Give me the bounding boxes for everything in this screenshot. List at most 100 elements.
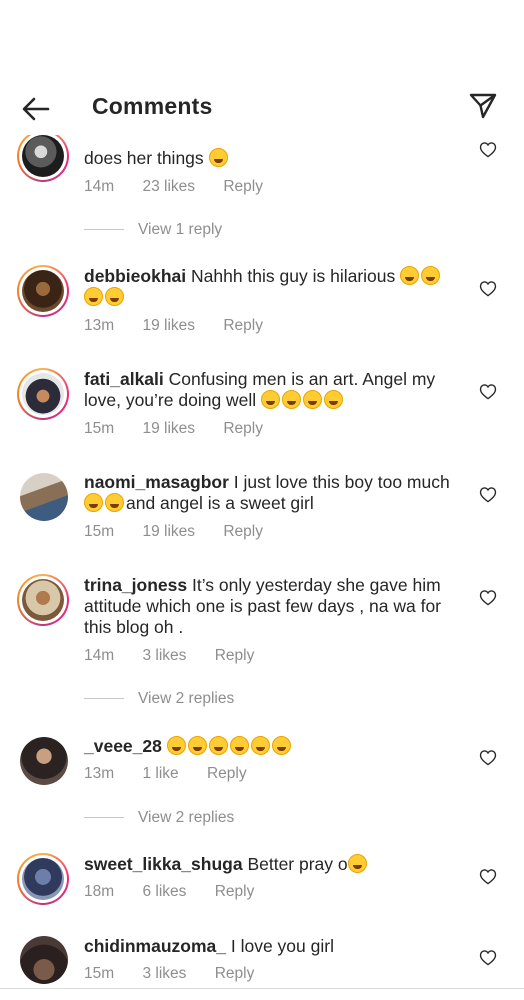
reply-button[interactable]: Reply [215, 883, 255, 900]
laughing-emoji-icon [347, 854, 367, 873]
avatar[interactable] [20, 473, 68, 521]
comment-item: naomi_masagbor I just love this boy too … [0, 469, 524, 549]
laughing-emoji-icon [208, 148, 228, 167]
comment-text: sweet_likka_shuga Better pray o [84, 854, 464, 875]
heart-icon[interactable] [479, 280, 497, 297]
comment-text: fati_alkali Confusing men is an art. Ang… [84, 369, 436, 410]
avatar[interactable] [17, 265, 69, 317]
comment-likes[interactable]: 19 likes [142, 523, 195, 540]
view-replies-button[interactable]: View 1 reply [84, 221, 222, 239]
laughing-emoji-icon [229, 736, 249, 755]
comment-time: 15m [84, 523, 115, 540]
comment-item: sweet_likka_shuga Better pray o 18m 6 li… [0, 851, 524, 921]
comment-meta: 14m 3 likes Reply [84, 647, 278, 665]
comment-time: 15m [84, 965, 115, 982]
heart-icon[interactable] [479, 749, 497, 766]
avatar[interactable] [17, 574, 69, 626]
laughing-emoji-icon [282, 390, 302, 409]
comment-username[interactable]: fati_alkali [84, 369, 164, 389]
heart-icon[interactable] [479, 486, 497, 503]
comment-text: naomi_masagbor I just love this boy too … [84, 472, 450, 513]
comment-meta: 15m 19 likes Reply [84, 420, 287, 438]
avatar[interactable] [20, 737, 68, 785]
weary-emoji-icon [84, 493, 103, 512]
comment-likes[interactable]: 23 likes [142, 178, 195, 195]
view-replies-button[interactable]: View 2 replies [84, 809, 234, 827]
heart-icon[interactable] [479, 141, 497, 158]
laughing-emoji-icon [187, 736, 207, 755]
comment-time: 14m [84, 178, 115, 195]
comment-meta: 13m 1 like Reply [84, 765, 271, 783]
comment-username[interactable]: _veee_28 [84, 736, 162, 756]
comment-item: _veee_28 13m 1 like Reply View 2 replies [0, 733, 524, 833]
comment-likes[interactable]: 19 likes [142, 420, 195, 437]
comment-username[interactable]: debbieokhai [84, 266, 186, 286]
laughing-emoji-icon [421, 266, 441, 285]
comment-item: does her things 14m 23 likes Reply View … [0, 128, 524, 238]
comment-text: trina_joness It’s only yesterday she gav… [84, 575, 441, 637]
comment-text: does her things [84, 148, 464, 169]
comment-username[interactable]: trina_joness [84, 575, 187, 595]
avatar[interactable] [17, 130, 69, 182]
comment-item: chidinmauzoma_ I love you girl 15m 3 lik… [0, 933, 524, 993]
bottom-divider [0, 988, 524, 989]
comment-likes[interactable]: 3 likes [142, 647, 186, 664]
reply-button[interactable]: Reply [223, 523, 263, 540]
laughing-emoji-icon [166, 736, 186, 755]
reply-button[interactable]: Reply [223, 317, 263, 334]
view-replies-button[interactable]: View 2 replies [84, 690, 234, 708]
laughing-emoji-icon [271, 736, 291, 755]
comment-time: 15m [84, 420, 115, 437]
comment-text: debbieokhai Nahhh this guy is hilarious [84, 266, 464, 308]
heart-icon[interactable] [479, 949, 497, 966]
weary-emoji-icon [105, 493, 124, 512]
comment-meta: 14m 23 likes Reply [84, 178, 287, 196]
heart-icon[interactable] [479, 589, 497, 606]
heart-icon[interactable] [479, 868, 497, 885]
laughing-emoji-icon [250, 736, 270, 755]
comment-time: 13m [84, 317, 115, 334]
laughing-emoji-icon [324, 390, 344, 409]
comment-text: chidinmauzoma_ I love you girl [84, 936, 334, 956]
laughing-emoji-icon [208, 736, 228, 755]
comment-time: 18m [84, 883, 115, 900]
comment-meta: 15m 19 likes Reply [84, 523, 287, 541]
divider [84, 817, 124, 819]
laughing-emoji-icon [400, 266, 420, 285]
reply-button[interactable]: Reply [215, 965, 255, 982]
comment-likes[interactable]: 6 likes [142, 883, 186, 900]
heart-icon[interactable] [479, 383, 497, 400]
comment-meta: 13m 19 likes Reply [84, 317, 287, 335]
comment-text: _veee_28 [84, 736, 464, 757]
comment-time: 14m [84, 647, 115, 664]
comment-username[interactable]: sweet_likka_shuga [84, 854, 243, 874]
reply-button[interactable]: Reply [223, 178, 263, 195]
comment-time: 13m [84, 765, 115, 782]
comment-likes[interactable]: 1 like [142, 765, 178, 782]
laughing-emoji-icon [261, 390, 281, 409]
divider [84, 229, 124, 231]
divider [84, 698, 124, 700]
paper-plane-icon[interactable] [468, 91, 498, 121]
comment-item: trina_joness It’s only yesterday she gav… [0, 572, 524, 712]
avatar[interactable] [20, 936, 68, 984]
comment-item: debbieokhai Nahhh this guy is hilarious … [0, 263, 524, 343]
reply-button[interactable]: Reply [207, 765, 247, 782]
comment-meta: 15m 3 likes Reply [84, 965, 278, 983]
reply-button[interactable]: Reply [223, 420, 263, 437]
comment-item: fati_alkali Confusing men is an art. Ang… [0, 366, 524, 446]
avatar[interactable] [17, 853, 69, 905]
comment-likes[interactable]: 3 likes [142, 965, 186, 982]
avatar[interactable] [17, 368, 69, 420]
comment-meta: 18m 6 likes Reply [84, 883, 278, 901]
arrow-left-icon[interactable] [20, 93, 52, 125]
comment-likes[interactable]: 19 likes [142, 317, 195, 334]
page-title: Comments [92, 93, 213, 119]
comment-username[interactable]: naomi_masagbor [84, 472, 229, 492]
laughing-emoji-icon [84, 287, 103, 306]
reply-button[interactable]: Reply [215, 647, 255, 664]
comments-header: Comments [0, 0, 524, 135]
comment-username[interactable]: chidinmauzoma_ [84, 936, 226, 956]
laughing-emoji-icon [105, 287, 124, 306]
comments-list[interactable]: does her things 14m 23 likes Reply View … [0, 0, 524, 1000]
